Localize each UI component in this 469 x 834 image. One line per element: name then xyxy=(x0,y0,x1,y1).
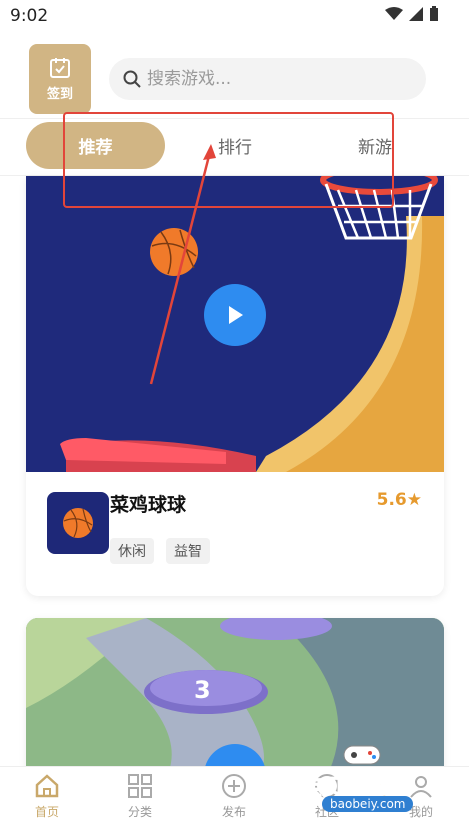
game-tag[interactable]: 休闲 xyxy=(110,538,154,564)
watermark-url: baobeiy.com xyxy=(322,796,414,812)
nav-publish[interactable]: 发布 xyxy=(204,773,264,820)
search-input[interactable] xyxy=(147,69,407,89)
calendar-icon xyxy=(50,57,70,78)
plus-circle-icon xyxy=(222,774,246,798)
grid-icon xyxy=(128,774,152,798)
nav-category-label: 分类 xyxy=(127,805,152,819)
play-icon xyxy=(229,306,243,324)
wifi-icon xyxy=(385,7,403,20)
tab-new-games[interactable]: 新游 xyxy=(340,122,410,169)
signal-icon xyxy=(409,7,423,21)
game-video-thumbnail[interactable] xyxy=(26,176,444,472)
game-info: 菜鸡球球 5.6★ 休闲 益智 xyxy=(26,472,444,596)
play-button[interactable] xyxy=(204,284,266,346)
battery-icon xyxy=(430,6,438,21)
nav-publish-label: 发布 xyxy=(221,805,246,819)
gamepad-icon xyxy=(343,745,381,765)
signin-label: 签到 xyxy=(46,86,73,102)
status-icons xyxy=(385,6,439,22)
nav-category[interactable]: 分类 xyxy=(110,773,170,820)
category-tabs: 推荐 排行 新游 xyxy=(0,118,469,176)
watermark: 宝贝游戏网 baobeiy.com xyxy=(299,740,460,820)
game-rating: 5.6★ xyxy=(376,490,422,510)
nav-home[interactable]: 首页 xyxy=(17,773,77,820)
game-card[interactable]: 菜鸡球球 5.6★ 休闲 益智 xyxy=(26,176,444,596)
home-icon xyxy=(35,774,59,798)
signin-button[interactable]: 签到 xyxy=(29,44,91,114)
basketball-icon xyxy=(63,508,93,538)
game-tag[interactable]: 益智 xyxy=(166,538,210,564)
search-bar[interactable] xyxy=(109,58,426,100)
game-title[interactable]: 菜鸡球球 xyxy=(110,490,186,517)
tab-ranking[interactable]: 排行 xyxy=(195,122,275,169)
header: 签到 xyxy=(0,34,469,118)
search-icon xyxy=(123,70,141,88)
game-icon[interactable] xyxy=(47,492,109,554)
tab-recommend[interactable]: 推荐 xyxy=(26,122,165,169)
board-space-number: 3 xyxy=(194,676,211,704)
status-bar: 9:02 xyxy=(0,0,469,34)
nav-home-label: 首页 xyxy=(34,805,59,819)
status-time: 9:02 xyxy=(10,6,49,26)
